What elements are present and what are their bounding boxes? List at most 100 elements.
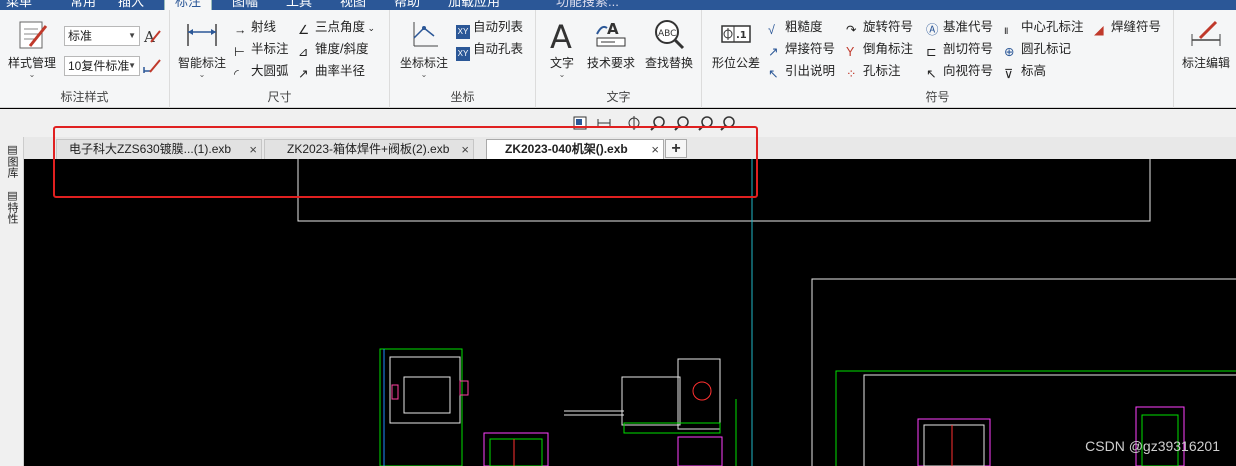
chevron-down-icon: ⌄	[420, 70, 428, 79]
find-replace-button[interactable]: ABC 查找替换	[640, 18, 698, 71]
menu-tab-menu[interactable]: 菜单	[6, 0, 32, 10]
pan-icon[interactable]	[626, 115, 642, 131]
drawing-canvas[interactable]: CSDN @gz39316201	[24, 159, 1236, 466]
chevron-down-icon: ⌄	[28, 70, 36, 79]
taper-button[interactable]: ⊿ 锥度/斜度	[298, 39, 368, 59]
text-button[interactable]: A 文字 ⌄	[542, 18, 582, 79]
menu-tab-sheet[interactable]: 图幅	[232, 0, 258, 10]
menu-tab-addons[interactable]: 加载应用	[448, 0, 500, 10]
zoom-window-icon[interactable]	[674, 115, 690, 131]
svg-text:ABC: ABC	[658, 29, 676, 39]
crosshair-circle-icon: ⊕	[1004, 45, 1015, 59]
text-style-select[interactable]: 标准 ▼	[64, 26, 140, 46]
layer-icon[interactable]	[572, 115, 588, 131]
group-dim-style: 样式管理 ⌄ 标准 ▼ A 10复件标准 ▼ 标注样式	[0, 10, 170, 108]
group-coordinate: 坐标标注 ⌄ XY 自动列表 XY 自动孔表 坐标	[390, 10, 536, 108]
xy-table-icon: XY	[456, 25, 470, 39]
group-label-style: 标注样式	[60, 90, 109, 104]
svg-text:A: A	[550, 18, 572, 52]
coord-dim-button[interactable]: 坐标标注 ⌄	[394, 18, 454, 79]
text-a-icon: A	[550, 18, 572, 52]
style-manage-icon	[19, 21, 48, 49]
chevron-down-icon: ⌄	[365, 23, 376, 33]
library-icon: ▤	[6, 143, 18, 156]
datum-code-button[interactable]: Ⓐ 基准代号	[926, 17, 993, 37]
weld-symbol-button[interactable]: ↗ 焊接符号	[768, 39, 835, 59]
dim-edit-button[interactable]: 标注编辑	[1178, 18, 1234, 71]
round-hole-mark-button[interactable]: ⊕ 圆孔标记	[1004, 39, 1071, 59]
chevron-down-icon: ⌄	[558, 70, 566, 79]
zoom-extents-icon[interactable]	[698, 115, 714, 131]
smart-dim-button[interactable]: 智能标注 ⌄	[174, 18, 230, 79]
style-manage-button[interactable]: 样式管理 ⌄	[4, 18, 60, 79]
half-dim-icon: ⊢	[234, 45, 245, 59]
ribbon: 样式管理 ⌄ 标准 ▼ A 10复件标准 ▼ 标注样式 智能标注 ⌄ → 射线 …	[0, 10, 1236, 108]
text-style-edit-icon[interactable]: A	[143, 27, 161, 45]
dim-style-select[interactable]: 10复件标准 ▼	[64, 56, 140, 76]
hole-dim-button[interactable]: ⁘ 孔标注	[846, 61, 901, 81]
chevron-down-icon: ▼	[128, 31, 136, 40]
properties-panel-tab[interactable]: ▤特性	[4, 189, 20, 224]
doc-tab-2[interactable]: ZK2023-箱体焊件+阀板(2).exb ×	[264, 139, 474, 159]
angle-icon: ∠	[298, 23, 310, 37]
elevation-button[interactable]: ⊽ 标高	[1004, 61, 1046, 81]
doc-tab-3-active[interactable]: ZK2023-040机架().exb ×	[486, 139, 664, 160]
group-dimension: 智能标注 ⌄ → 射线 ⊢ 半标注 ◜ 大圆弧 ∠ 三点角度 ⌄ ⊿ 锥度/斜度 ↗ 曲率半…	[170, 10, 390, 108]
leader-icon: ↖	[768, 67, 779, 81]
elevation-icon: ⊽	[1004, 67, 1014, 81]
watermark: CSDN @gz39316201	[1085, 438, 1220, 454]
function-search[interactable]: 功能搜索...	[556, 0, 619, 10]
group-symbol: .1 形位公差 √ 粗糙度 ↗ 焊接符号 ↖ 引出说明 ↷ 旋转符号 Y 倒角标注 ⁘ 孔标…	[702, 10, 1174, 108]
big-arc-button[interactable]: ◜ 大圆弧	[234, 61, 289, 81]
three-point-angle-button[interactable]: ∠ 三点角度 ⌄	[298, 17, 375, 37]
zoom-previous-icon[interactable]	[720, 115, 736, 131]
center-hole-button[interactable]: Ⅱ 中心孔标注	[1004, 17, 1084, 37]
menu-bar: 菜单 常用 插入 标注 图幅 工具 视图 帮助 加载应用 功能搜索...	[0, 0, 1236, 10]
auto-hole-table-button[interactable]: XY 自动孔表	[456, 39, 523, 61]
close-icon[interactable]: ×	[461, 140, 469, 159]
rotate-icon: ↷	[846, 23, 857, 37]
zoom-icon[interactable]	[650, 115, 666, 131]
half-dim-button[interactable]: ⊢ 半标注	[234, 39, 289, 59]
measure-icon[interactable]	[596, 115, 612, 131]
menu-tab-tools[interactable]: 工具	[286, 0, 312, 10]
close-icon[interactable]: ×	[651, 140, 659, 159]
close-icon[interactable]: ×	[249, 140, 257, 159]
ray-dim-button[interactable]: → 射线	[234, 17, 276, 37]
menu-tab-view[interactable]: 视图	[340, 0, 366, 10]
view-direction-icon: ↖	[926, 67, 937, 81]
smart-dim-icon	[187, 24, 217, 46]
curvature-button[interactable]: ↗ 曲率半径	[298, 61, 365, 81]
geo-tolerance-button[interactable]: .1 形位公差	[708, 18, 764, 71]
menu-tab-insert[interactable]: 插入	[118, 0, 144, 10]
chamfer-dim-button[interactable]: Y 倒角标注	[846, 39, 913, 59]
doc-tab-1[interactable]: 电子科大ZZS630镀膜...(1).exb ×	[56, 139, 262, 159]
rotate-symbol-button[interactable]: ↷ 旋转符号	[846, 17, 913, 37]
curvature-icon: ↗	[298, 67, 309, 81]
tolerance-frame-icon: .1	[721, 25, 751, 43]
magnifier-icon: ABC	[655, 20, 685, 50]
new-tab-button[interactable]: +	[665, 139, 687, 158]
menu-tab-common[interactable]: 常用	[70, 0, 96, 10]
svg-text:A: A	[143, 28, 155, 45]
tech-requirement-icon: A	[596, 20, 626, 47]
hole-pattern-icon: ⁘	[846, 67, 857, 81]
leader-note-button[interactable]: ↖ 引出说明	[768, 61, 835, 81]
auto-list-button[interactable]: XY 自动列表	[456, 17, 523, 39]
section-icon: ⊏	[926, 45, 937, 59]
dim-style-edit-icon[interactable]	[143, 57, 161, 75]
group-dim-edit: 标注编辑	[1174, 10, 1236, 108]
roughness-button[interactable]: √ 粗糙度	[768, 17, 823, 37]
menu-tab-help[interactable]: 帮助	[394, 0, 420, 10]
chevron-down-icon: ▼	[128, 61, 136, 70]
dim-edit-icon	[1191, 20, 1221, 46]
group-label-text: 文字	[606, 90, 631, 104]
view-direction-button[interactable]: ↖ 向视符号	[926, 61, 993, 81]
datum-icon: Ⓐ	[926, 23, 939, 37]
document-tab-bar: 电子科大ZZS630镀膜...(1).exb × ZK2023-箱体焊件+阀板(…	[24, 137, 1236, 160]
menu-tab-annotate[interactable]: 标注	[164, 0, 213, 10]
tech-requirement-button[interactable]: A 技术要求	[584, 18, 638, 71]
weld-seam-button[interactable]: ◢ 焊缝符号	[1094, 17, 1161, 37]
library-panel-tab[interactable]: ▤图库	[4, 143, 20, 178]
section-symbol-button[interactable]: ⊏ 剖切符号	[926, 39, 993, 59]
